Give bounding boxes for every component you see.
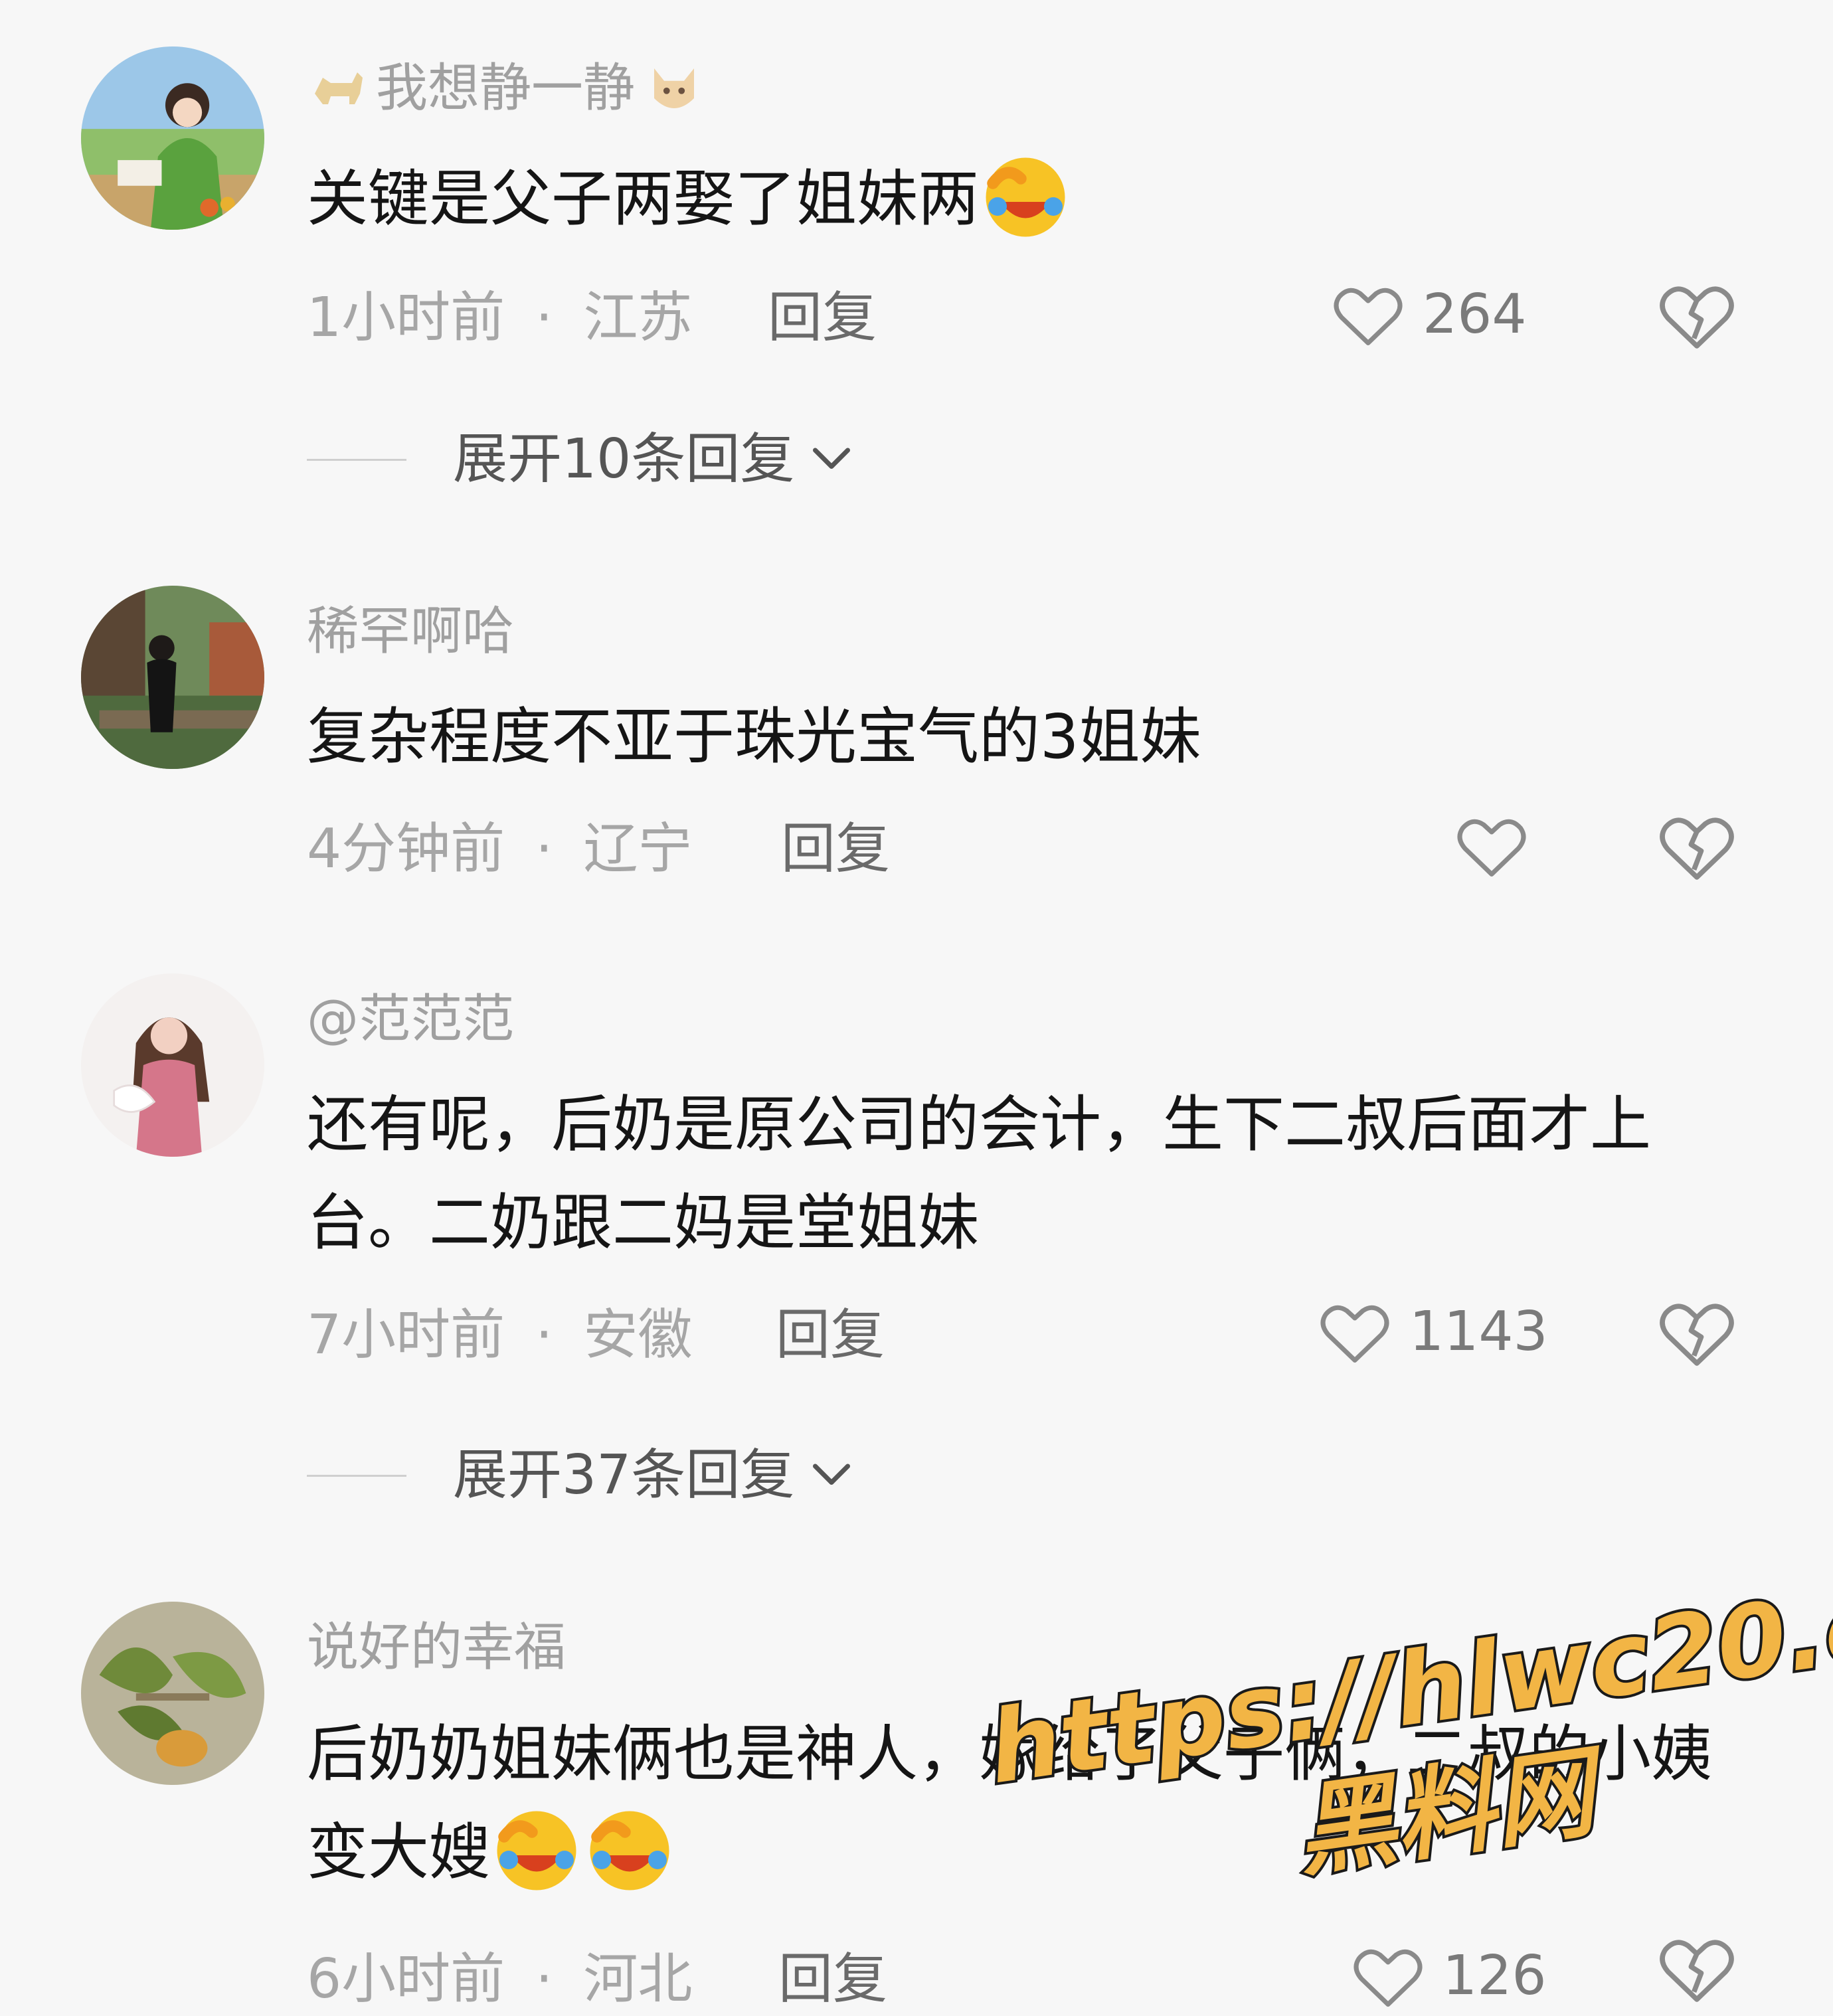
expand-replies-label: 展开10条回复 bbox=[453, 428, 795, 491]
dislike-button[interactable] bbox=[1654, 272, 1740, 359]
location: 河北 bbox=[583, 1948, 693, 2011]
comment-meta: 6小时前 · 河北 bbox=[307, 1952, 692, 2007]
divider-line bbox=[307, 1474, 406, 1477]
broken-heart-icon bbox=[1660, 817, 1734, 880]
dislike-button[interactable] bbox=[1654, 803, 1740, 890]
laugh-cry-emoji-icon bbox=[583, 1804, 676, 1897]
avatar[interactable] bbox=[81, 46, 264, 230]
comment-text: 复杂程度不亚于珠光宝气的3姐妹 bbox=[307, 701, 1201, 772]
comment-text: 还有呢，后奶是原公司的会计，生下二叔后面才上台。二奶跟二妈是堂姐妹 bbox=[307, 1089, 1652, 1258]
comment-meta: 1小时前 · 江苏 bbox=[307, 291, 692, 345]
avatar[interactable] bbox=[81, 1602, 264, 1785]
timestamp: 1小时前 bbox=[307, 286, 505, 349]
username-text: 说好的幸福 bbox=[307, 1618, 567, 1677]
divider-line bbox=[307, 458, 406, 461]
username-text: @范范范 bbox=[307, 989, 515, 1049]
heart-outline-icon bbox=[1457, 819, 1526, 877]
like-count: 264 bbox=[1423, 283, 1527, 346]
dog-face-icon bbox=[644, 58, 704, 118]
location: 辽宁 bbox=[583, 817, 693, 881]
timestamp: 4分钟前 bbox=[307, 817, 505, 881]
avatar[interactable] bbox=[81, 586, 264, 769]
meta-separator: · bbox=[535, 1303, 553, 1367]
location: 江苏 bbox=[583, 286, 693, 349]
avatar[interactable] bbox=[81, 973, 264, 1157]
chevron-down-icon bbox=[813, 1464, 851, 1485]
username-text: 我想静一静 bbox=[376, 58, 636, 118]
dislike-button[interactable] bbox=[1654, 1926, 1740, 2012]
like-count: 126 bbox=[1442, 1944, 1547, 2007]
reply-button[interactable]: 回复 bbox=[768, 291, 877, 345]
reply-button[interactable]: 回复 bbox=[778, 1952, 887, 2007]
like-button[interactable]: 1143 bbox=[1315, 1292, 1548, 1372]
location: 安徽 bbox=[583, 1303, 693, 1367]
comment-text: 关键是父子两娶了姐妹两 bbox=[307, 150, 1755, 248]
timestamp: 7小时前 bbox=[307, 1303, 505, 1367]
like-count: 1143 bbox=[1409, 1300, 1548, 1363]
heart-outline-icon bbox=[1353, 1949, 1423, 2007]
comment-text: 后奶奶姐妹俩也是神人，嫁给了父子俩，二叔的小姨变大嫂 bbox=[307, 1705, 1755, 1902]
laugh-cry-emoji-icon bbox=[979, 151, 1072, 244]
meta-separator: · bbox=[535, 286, 553, 349]
meta-separator: · bbox=[535, 1948, 553, 2011]
heart-outline-icon bbox=[1334, 288, 1403, 345]
username[interactable]: @范范范 bbox=[307, 993, 514, 1045]
broken-heart-icon bbox=[1660, 286, 1734, 349]
comment-meta: 4分钟前 · 辽宁 bbox=[307, 822, 692, 877]
broken-heart-icon bbox=[1660, 1303, 1734, 1366]
expand-replies-button[interactable]: 展开37条回复 bbox=[307, 1448, 859, 1503]
broken-heart-icon bbox=[1660, 1940, 1734, 2002]
like-button[interactable]: 126 bbox=[1348, 1936, 1547, 2016]
comment-meta: 7小时前 · 安徽 bbox=[307, 1308, 692, 1363]
username[interactable]: 说好的幸福 bbox=[307, 1622, 566, 1673]
laugh-cry-emoji-icon bbox=[490, 1804, 583, 1897]
chevron-down-icon bbox=[813, 448, 851, 469]
meta-separator: · bbox=[535, 817, 553, 881]
dislike-button[interactable] bbox=[1654, 1290, 1740, 1376]
username-text: 稀罕啊哈 bbox=[307, 602, 515, 661]
expand-replies-label: 展开37条回复 bbox=[453, 1444, 795, 1507]
like-button[interactable]: 264 bbox=[1328, 275, 1527, 355]
reply-button[interactable]: 回复 bbox=[776, 1308, 885, 1363]
username[interactable]: 稀罕啊哈 bbox=[307, 606, 514, 657]
username[interactable]: 我想静一静 bbox=[307, 58, 704, 118]
dog-icon bbox=[307, 62, 371, 115]
like-button[interactable] bbox=[1452, 806, 1531, 886]
reply-button[interactable]: 回复 bbox=[781, 822, 890, 877]
expand-replies-button[interactable]: 展开10条回复 bbox=[307, 432, 859, 487]
heart-outline-icon bbox=[1320, 1305, 1389, 1363]
timestamp: 6小时前 bbox=[307, 1948, 505, 2011]
